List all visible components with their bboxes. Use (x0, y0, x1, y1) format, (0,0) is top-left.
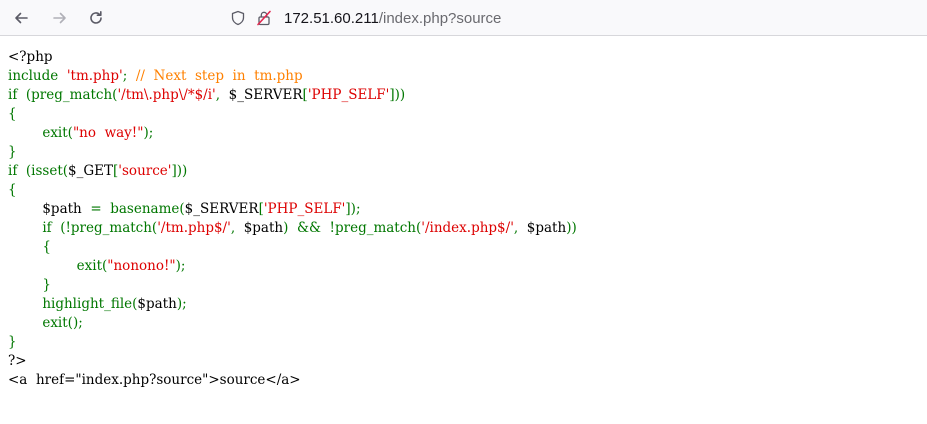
php-source-code: <?php include 'tm.php'; // Next step in t… (8, 48, 577, 371)
code-line: exit("no way!"); (8, 124, 577, 143)
code-token-default: $_GET (68, 163, 114, 179)
code-line: } (8, 276, 577, 295)
code-line: { (8, 105, 577, 124)
back-button[interactable] (9, 6, 33, 30)
code-token-string: '/tm\.php\/*$/i' (117, 87, 216, 103)
code-line: exit("nonono!"); (8, 257, 577, 276)
code-token-keyword: ); (175, 258, 186, 274)
code-token-keyword: , (215, 87, 229, 103)
code-token-keyword: } (8, 144, 17, 160)
code-token-keyword: = (90, 201, 111, 217)
code-token-keyword: ])) (389, 87, 406, 103)
code-token-keyword: , (230, 220, 244, 236)
code-token-keyword: { (8, 239, 51, 255)
code-token-keyword: , (513, 220, 527, 236)
footer-source-html: <a href="index.php?source">source</a> (8, 372, 301, 388)
code-token-string: '/index.php$/' (421, 220, 514, 236)
code-token-keyword: highlight_file( (8, 296, 138, 312)
code-token-keyword: { (8, 182, 17, 198)
code-line: if (preg_match('/tm\.php\/*$/i', $_SERVE… (8, 86, 577, 105)
code-line: ?> (8, 352, 577, 371)
code-line: highlight_file($path); (8, 295, 577, 314)
code-token-comment: // Next step in tm.php (135, 68, 303, 84)
code-token-default: ?> (8, 353, 27, 369)
code-token-keyword: ); (143, 125, 154, 141)
code-line: if (isset($_GET['source'])) (8, 162, 577, 181)
code-token-default: <?php (8, 49, 53, 65)
url-path: /index.php?source (378, 9, 502, 27)
code-token-string: 'source' (118, 163, 172, 179)
code-token-string: '/tm.php$/' (157, 220, 231, 236)
code-token-keyword (8, 201, 42, 217)
code-token-keyword: ])) (171, 163, 188, 179)
code-line: $path = basename($_SERVER['PHP_SELF']); (8, 200, 577, 219)
code-token-keyword: if (!preg_match( (8, 220, 158, 236)
url-text[interactable]: 172.51.60.211/index.php?source (284, 10, 501, 27)
code-token-keyword: ) && !preg_match( (283, 220, 422, 236)
code-token-string: 'PHP_SELF' (263, 201, 346, 217)
code-line: } (8, 143, 577, 162)
code-token-default: $path (42, 201, 91, 217)
forward-button[interactable] (48, 6, 72, 30)
code-line: if (!preg_match('/tm.php$/', $path) && !… (8, 219, 577, 238)
shield-icon[interactable] (230, 10, 246, 26)
code-token-keyword: } (8, 334, 17, 350)
code-token-keyword: { (8, 106, 17, 122)
browser-toolbar: 172.51.60.211/index.php?source (0, 0, 927, 36)
code-line: <?php (8, 48, 577, 67)
code-token-keyword: basename( (110, 201, 185, 217)
code-token-default: $path (243, 220, 284, 236)
code-token-string: "nonono!" (107, 258, 176, 274)
code-token-keyword: ); (176, 296, 187, 312)
code-token-string: 'tm.php' (66, 68, 123, 84)
code-token-string: 'PHP_SELF' (307, 87, 390, 103)
code-token-keyword: exit( (8, 125, 73, 141)
arrow-right-icon (53, 12, 66, 24)
code-token-keyword: ]); (345, 201, 361, 217)
url-host: 172.51.60.211 (284, 9, 379, 27)
code-token-keyword: exit( (8, 258, 108, 274)
reload-button[interactable] (84, 6, 108, 30)
code-token-keyword: ; (122, 68, 136, 84)
code-line: include 'tm.php'; // Next step in tm.php (8, 67, 577, 86)
url-bar[interactable]: 172.51.60.211/index.php?source (230, 4, 501, 32)
code-token-string: "no way!" (72, 125, 144, 141)
code-line: } (8, 333, 577, 352)
reload-icon (90, 11, 102, 24)
code-token-keyword: exit(); (8, 315, 83, 331)
code-token-keyword: } (8, 277, 51, 293)
insecure-lock-icon[interactable] (256, 10, 272, 26)
code-token-keyword: )) (566, 220, 577, 236)
code-line: exit(); (8, 314, 577, 333)
code-token-keyword: if (isset( (8, 163, 69, 179)
code-token-default: $path (526, 220, 567, 236)
code-token-keyword: if (preg_match( (8, 87, 118, 103)
arrow-left-icon (15, 12, 28, 24)
code-token-default: $path (137, 296, 177, 312)
code-line: { (8, 181, 577, 200)
code-token-default: $_SERVER (184, 201, 259, 217)
code-token-keyword: include (8, 68, 67, 84)
code-line: { (8, 238, 577, 257)
code-token-default: $_SERVER (228, 87, 303, 103)
